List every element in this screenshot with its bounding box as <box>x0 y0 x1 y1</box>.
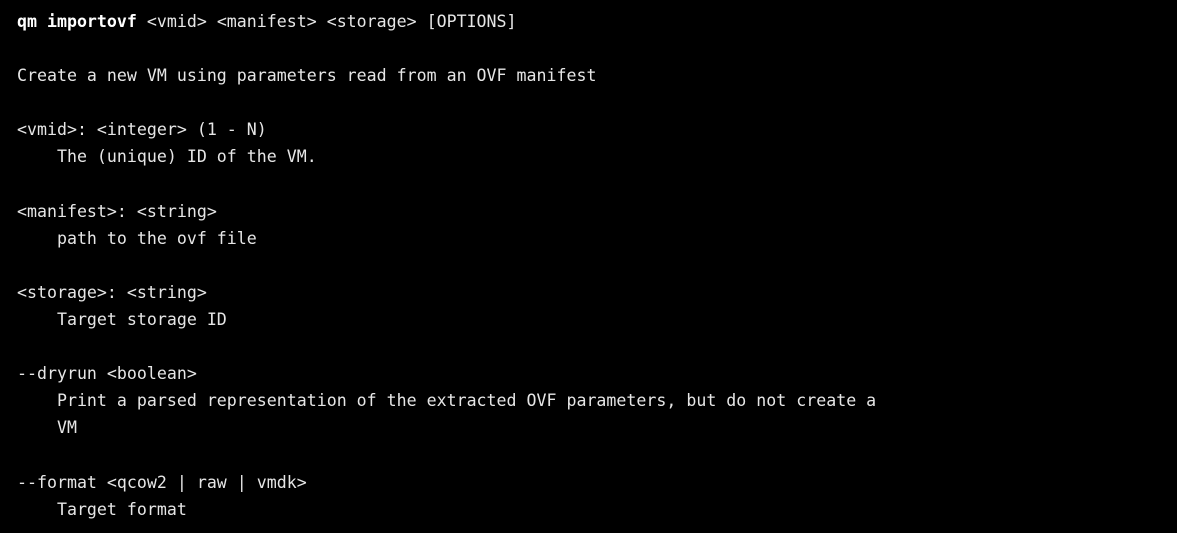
terminal-output[interactable]: qm importovf <vmid> <manifest> <storage>… <box>0 0 1177 533</box>
option-format-signature: --format <qcow2 | raw | vmdk> <box>17 472 307 492</box>
option-dryrun-description-line-2: VM <box>17 418 77 438</box>
command-name: qm importovf <box>17 12 137 31</box>
option-dryrun-description-line-1: Print a parsed representation of the ext… <box>17 391 877 411</box>
command-description: Create a new VM using parameters read fr… <box>17 66 597 86</box>
option-dryrun-signature: --dryrun <boolean> <box>17 364 197 384</box>
option-format-description-line-1: Target format <box>17 499 187 519</box>
param-storage-signature: <storage>: <string> <box>17 282 207 302</box>
param-storage-description: Target storage ID <box>17 310 227 330</box>
param-manifest-description: path to the ovf file <box>17 228 257 248</box>
param-vmid-signature: <vmid>: <integer> (1 - N) <box>17 120 267 140</box>
usage-line: qm importovf <vmid> <manifest> <storage>… <box>17 8 1177 35</box>
param-vmid-description: The (unique) ID of the VM. <box>17 147 317 167</box>
param-manifest-signature: <manifest>: <string> <box>17 201 217 221</box>
command-arguments: <vmid> <manifest> <storage> [OPTIONS] <box>136 12 517 31</box>
